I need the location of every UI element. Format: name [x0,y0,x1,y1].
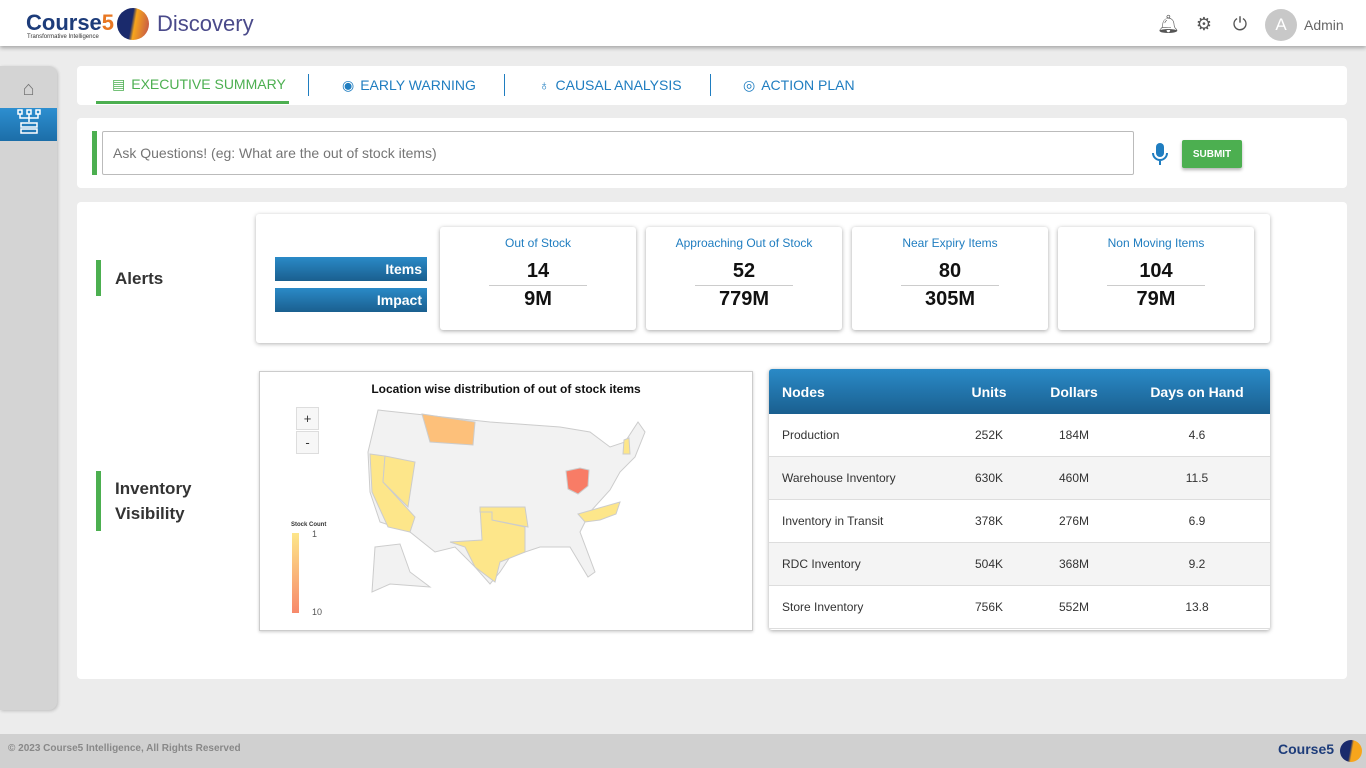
alert-card-near-expiry[interactable]: Near Expiry Items 80 305M [852,227,1048,330]
table-header: Nodes Units Dollars Days on Hand [769,369,1270,414]
course5-logo: Course5 Transformative Intelligence [26,10,115,40]
tab-action-plan[interactable]: ◎ ACTION PLAN [743,66,855,104]
table-row[interactable]: Store Inventory 756K 552M 13.8 [769,586,1270,629]
user-name[interactable]: Admin [1304,17,1344,33]
avatar[interactable]: A [1265,9,1297,41]
alert-card-approaching-out-of-stock[interactable]: Approaching Out of Stock 52 779M [646,227,842,330]
alerts-heading: Alerts [115,269,164,288]
bell-icon[interactable]: 🔔︎ [1157,14,1180,34]
tab-divider [710,74,711,96]
tab-divider [504,74,505,96]
impact-label: Impact [275,288,427,312]
table-row[interactable]: Warehouse Inventory 630K 460M 11.5 [769,457,1270,500]
power-icon[interactable]: ⏻ [1230,14,1250,34]
sidebar: ⌂ [0,66,57,710]
submit-button[interactable]: SUBMIT [1182,140,1242,168]
gear-icon[interactable]: ⚙ [1194,14,1214,34]
app-title: Discovery [157,11,254,36]
state-new-hampshire [622,437,631,455]
tab-bar: ▤ EXECUTIVE SUMMARY ◉ EARLY WARNING ♁ CAUSA… [77,66,1347,105]
document-icon: ▤ [112,75,126,92]
globe-logo-icon [117,8,149,40]
table-row[interactable]: RDC Inventory 504K 368M 9.2 [769,543,1270,586]
table-row[interactable]: Production 252K 184M 4.6 [769,414,1270,457]
home-icon[interactable]: ⌂ [0,78,57,108]
alert-card-non-moving[interactable]: Non Moving Items 104 79M [1058,227,1254,330]
inventory-table: Nodes Units Dollars Days on Hand Production… [769,369,1270,630]
accent-bar [96,471,101,531]
question-input[interactable] [102,131,1134,175]
accent-bar [92,131,97,175]
tab-executive-summary[interactable]: ▤ EXECUTIVE SUMMARY [96,66,289,104]
footer: © 2023 Course5 Intelligence, All Rights … [0,734,1366,768]
microphone-icon[interactable] [1152,142,1168,172]
tab-divider [308,74,309,96]
top-header: Course5 Transformative Intelligence Disco… [0,0,1366,46]
map-panel: Location wise distribution of out of sto… [259,371,753,631]
tab-early-warning[interactable]: ◉ EARLY WARNING [342,66,476,104]
footer-globe-icon [1340,740,1362,762]
network-icon[interactable] [0,108,57,141]
footer-logo: Course5 [1278,741,1335,757]
state-alaska [371,543,432,593]
accent-bar [96,260,101,296]
items-label: Items [275,257,427,281]
table-row[interactable]: Inventory in Transit 378K 276M 6.9 [769,500,1270,543]
target-icon: ◎ [743,77,756,93]
copyright: © 2023 Course5 Intelligence, All Rights … [8,743,241,754]
us-map[interactable] [260,372,754,632]
state-montana [421,413,476,446]
inventory-heading: Inventory Visibility [115,479,192,523]
alert-card-out-of-stock[interactable]: Out of Stock 14 9M [440,227,636,330]
signal-icon: ◉ [342,77,355,93]
lightbulb-icon: ♁ [539,77,550,93]
tab-causal-analysis[interactable]: ♁ CAUSAL ANALYSIS [539,66,682,104]
